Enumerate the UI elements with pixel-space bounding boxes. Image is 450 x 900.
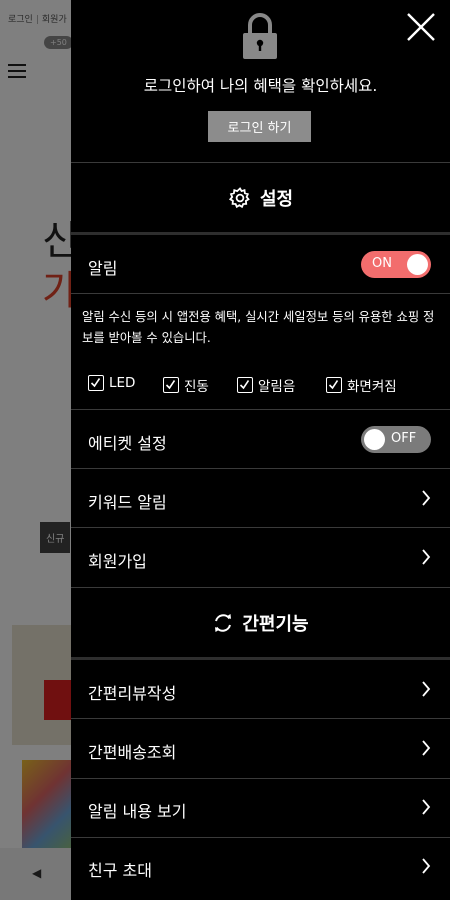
divider xyxy=(71,162,450,163)
divider xyxy=(71,718,450,719)
chevron-right-icon xyxy=(422,799,431,815)
quick-delivery-item[interactable]: 간편배송조회 xyxy=(88,739,176,763)
chevron-right-icon xyxy=(422,740,431,756)
side-drawer: 로그인하여 나의 혜택을 확인하세요. 로그인 하기 설정 알림 ON 알림 수… xyxy=(71,0,450,900)
invite-friend-item[interactable]: 친구 초대 xyxy=(88,857,152,881)
checkbox-label: LED xyxy=(109,375,136,391)
checkbox-label: 화면켜짐 xyxy=(347,379,397,395)
notification-label: 알림 xyxy=(88,259,118,278)
divider xyxy=(71,837,450,838)
settings-header: 설정 xyxy=(71,185,450,211)
close-button[interactable] xyxy=(404,10,438,44)
chevron-right-icon xyxy=(422,549,431,565)
view-notifications-item[interactable]: 알림 내용 보기 xyxy=(88,798,187,822)
chevron-right-icon xyxy=(422,490,431,506)
checkbox-checked-icon xyxy=(326,377,342,393)
divider xyxy=(71,587,450,588)
checkbox-led[interactable]: LED xyxy=(88,375,135,391)
checkbox-checked-icon xyxy=(88,375,104,391)
divider xyxy=(71,293,450,294)
divider xyxy=(71,778,450,779)
quick-review-item[interactable]: 간편리뷰작성 xyxy=(88,680,176,704)
notification-description: 알림 수신 등의 시 앱전용 혜택, 실시간 세일정보 등의 유용한 쇼핑 정보… xyxy=(82,310,435,345)
etiquette-toggle[interactable]: OFF xyxy=(361,426,431,453)
lock-icon xyxy=(243,13,277,59)
chevron-right-icon xyxy=(422,681,431,697)
divider xyxy=(71,409,450,410)
close-icon xyxy=(407,13,435,41)
toggle-state-label: OFF xyxy=(391,431,417,446)
keyword-alarm-item[interactable]: 키워드 알림 xyxy=(88,489,167,513)
divider xyxy=(71,232,450,235)
login-message: 로그인하여 나의 혜택을 확인하세요. xyxy=(143,77,378,95)
toggle-knob xyxy=(407,254,428,275)
quick-features-title: 간편기능 xyxy=(242,614,309,635)
checkbox-label: 진동 xyxy=(184,379,209,395)
chevron-right-icon xyxy=(422,858,431,874)
divider xyxy=(71,468,450,469)
checkbox-checked-icon xyxy=(163,377,179,393)
divider xyxy=(71,527,450,528)
checkbox-sound[interactable]: 알림음 xyxy=(237,375,295,395)
etiquette-label: 에티켓 설정 xyxy=(88,434,167,453)
settings-title: 설정 xyxy=(259,189,294,210)
gear-icon xyxy=(228,187,250,209)
refresh-icon xyxy=(215,614,232,632)
checkbox-screen-on[interactable]: 화면켜짐 xyxy=(326,375,397,395)
checkbox-checked-icon xyxy=(237,377,253,393)
toggle-state-label: ON xyxy=(372,256,392,271)
signup-item[interactable]: 회원가입 xyxy=(88,548,147,572)
divider xyxy=(71,657,450,660)
login-button[interactable]: 로그인 하기 xyxy=(208,111,311,142)
checkbox-vibration[interactable]: 진동 xyxy=(163,375,209,395)
quick-features-header: 간편기능 xyxy=(71,610,450,636)
toggle-knob xyxy=(364,429,385,450)
notification-toggle[interactable]: ON xyxy=(361,251,431,278)
checkbox-label: 알림음 xyxy=(258,379,296,395)
